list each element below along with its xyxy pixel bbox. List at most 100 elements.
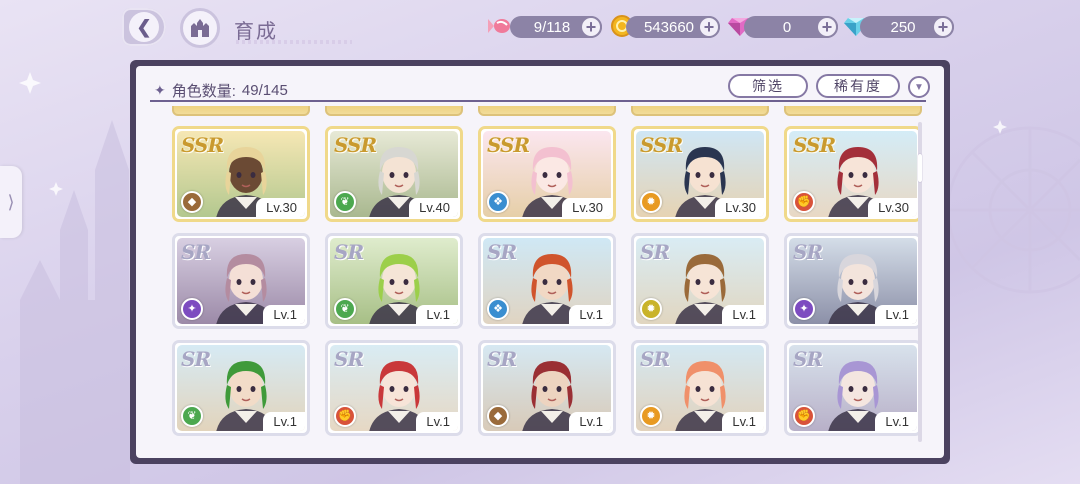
gold-add-button[interactable]: + (698, 16, 720, 38)
gold-value: 543660 (643, 18, 695, 36)
candy-add-button[interactable]: + (580, 16, 602, 38)
character-panel-inner: ✦ 角色数量: 49/145 筛选 稀有度 ▼ SSR ◆ Lv.30 SSR … (136, 66, 944, 458)
partial-card[interactable] (784, 106, 922, 116)
rarity-badge: SR (334, 240, 364, 264)
level-label: Lv.1 (416, 305, 458, 324)
wind-element-icon: ❦ (181, 405, 203, 427)
candy-counter: 9/118 + (510, 16, 602, 38)
rarity-badge: SR (334, 347, 364, 371)
scrollbar-thumb[interactable] (918, 154, 922, 182)
castle-home-icon (191, 19, 209, 37)
character-art: SR ❦ Lv.1 (330, 238, 458, 324)
header-divider (150, 100, 926, 102)
back-button[interactable]: ❮ (122, 8, 166, 46)
rarity-sort-button[interactable]: 稀有度 (816, 74, 900, 98)
rarity-badge: SSR (181, 133, 224, 157)
level-label: Lv.30 (562, 198, 611, 217)
character-art: SR ◆ Lv.1 (483, 345, 611, 431)
character-art: SSR ❖ Lv.30 (483, 131, 611, 217)
character-card[interactable]: SSR ◆ Lv.30 (172, 126, 310, 222)
character-card[interactable]: SR ✹ Lv.1 (631, 340, 769, 436)
side-menu-handle[interactable]: ⟩ (0, 166, 22, 238)
level-label: Lv.1 (722, 305, 764, 324)
fire-element-icon: ✊ (334, 405, 356, 427)
character-art: SR ✦ Lv.1 (177, 238, 305, 324)
wind-element-icon: ❦ (334, 191, 356, 213)
character-card[interactable]: SR ✦ Lv.1 (172, 233, 310, 329)
character-art: SR ✹ Lv.1 (636, 345, 764, 431)
level-label: Lv.40 (409, 198, 458, 217)
level-label: Lv.1 (875, 412, 917, 431)
character-count-value: 49/145 (241, 82, 288, 99)
character-grid-viewport[interactable]: SSR ◆ Lv.30 SSR ❦ Lv.40 SSR ❖ Lv.30 SSR ✹ Lv.30 (162, 106, 922, 446)
character-card[interactable]: SR ✹ Lv.1 (631, 233, 769, 329)
level-label: Lv.1 (569, 305, 611, 324)
character-art: SSR ✊ Lv.30 (789, 131, 917, 217)
rarity-badge: SR (640, 240, 670, 264)
character-card[interactable]: SR ❖ Lv.1 (478, 233, 616, 329)
dark-element-icon: ✦ (181, 298, 203, 320)
level-label: Lv.1 (416, 412, 458, 431)
rarity-badge: SR (640, 347, 670, 371)
character-card[interactable]: SSR ❦ Lv.40 (325, 126, 463, 222)
character-art: SR ✊ Lv.1 (789, 345, 917, 431)
sort-order-toggle[interactable]: ▼ (908, 76, 930, 98)
level-label: Lv.30 (715, 198, 764, 217)
rarity-badge: SSR (793, 133, 836, 157)
character-art: SSR ◆ Lv.30 (177, 131, 305, 217)
character-card[interactable]: SR ◆ Lv.1 (478, 340, 616, 436)
home-button[interactable] (180, 8, 220, 48)
partial-card[interactable] (631, 106, 769, 116)
gold-counter: 543660 + (626, 16, 720, 38)
level-label: Lv.1 (263, 305, 305, 324)
character-count: ✦ 角色数量: 49/145 (154, 80, 288, 101)
character-card[interactable]: SR ✊ Lv.1 (784, 340, 922, 436)
light-element-icon: ✹ (640, 191, 662, 213)
level-label: Lv.1 (722, 412, 764, 431)
chevron-right-icon: ⟩ (7, 191, 15, 212)
water-element-icon: ❖ (487, 191, 509, 213)
earth-element-icon: ◆ (487, 405, 509, 427)
character-art: SR ✹ Lv.1 (636, 238, 764, 324)
candy-value: 9/118 (533, 18, 571, 36)
partial-card[interactable] (172, 106, 310, 116)
title-underline (236, 40, 352, 44)
character-art: SR ❦ Lv.1 (177, 345, 305, 431)
rarity-badge: SR (793, 347, 823, 371)
fire-element-icon: ✊ (793, 405, 815, 427)
character-card[interactable]: SR ✊ Lv.1 (325, 340, 463, 436)
character-art: SSR ❦ Lv.40 (330, 131, 458, 217)
earth-element-icon: ◆ (181, 191, 203, 213)
partial-card[interactable] (478, 106, 616, 116)
character-art: SR ❖ Lv.1 (483, 238, 611, 324)
grid-scrollbar[interactable] (918, 122, 922, 442)
character-card[interactable]: SSR ✹ Lv.30 (631, 126, 769, 222)
rarity-badge: SR (487, 347, 517, 371)
character-art: SR ✦ Lv.1 (789, 238, 917, 324)
blue-gem-add-button[interactable]: + (932, 16, 954, 38)
rarity-badge: SSR (640, 133, 683, 157)
rarity-badge: SSR (487, 133, 530, 157)
character-count-label: 角色数量: (171, 83, 236, 100)
level-label: Lv.1 (875, 305, 917, 324)
dark-element-icon: ✦ (793, 298, 815, 320)
character-card[interactable]: SR ❦ Lv.1 (325, 233, 463, 329)
pink-gem-value: 0 (782, 18, 792, 36)
rarity-badge: SR (487, 240, 517, 264)
character-card[interactable]: SR ❦ Lv.1 (172, 340, 310, 436)
back-arrow-icon: ❮ (129, 12, 159, 42)
rarity-badge: SSR (334, 133, 377, 157)
character-card[interactable]: SSR ✊ Lv.30 (784, 126, 922, 222)
level-label: Lv.1 (569, 412, 611, 431)
blue-gem-value: 250 (890, 18, 916, 36)
light-element-icon: ✹ (640, 405, 662, 427)
chevron-down-icon: ▼ (914, 81, 924, 93)
rarity-badge: SR (793, 240, 823, 264)
character-card[interactable]: SR ✦ Lv.1 (784, 233, 922, 329)
filter-button[interactable]: 筛选 (728, 74, 808, 98)
pink-gem-counter: 0 + (744, 16, 838, 38)
pink-gem-add-button[interactable]: + (816, 16, 838, 38)
character-card[interactable]: SSR ❖ Lv.30 (478, 126, 616, 222)
partial-card[interactable] (325, 106, 463, 116)
character-art: SSR ✹ Lv.30 (636, 131, 764, 217)
